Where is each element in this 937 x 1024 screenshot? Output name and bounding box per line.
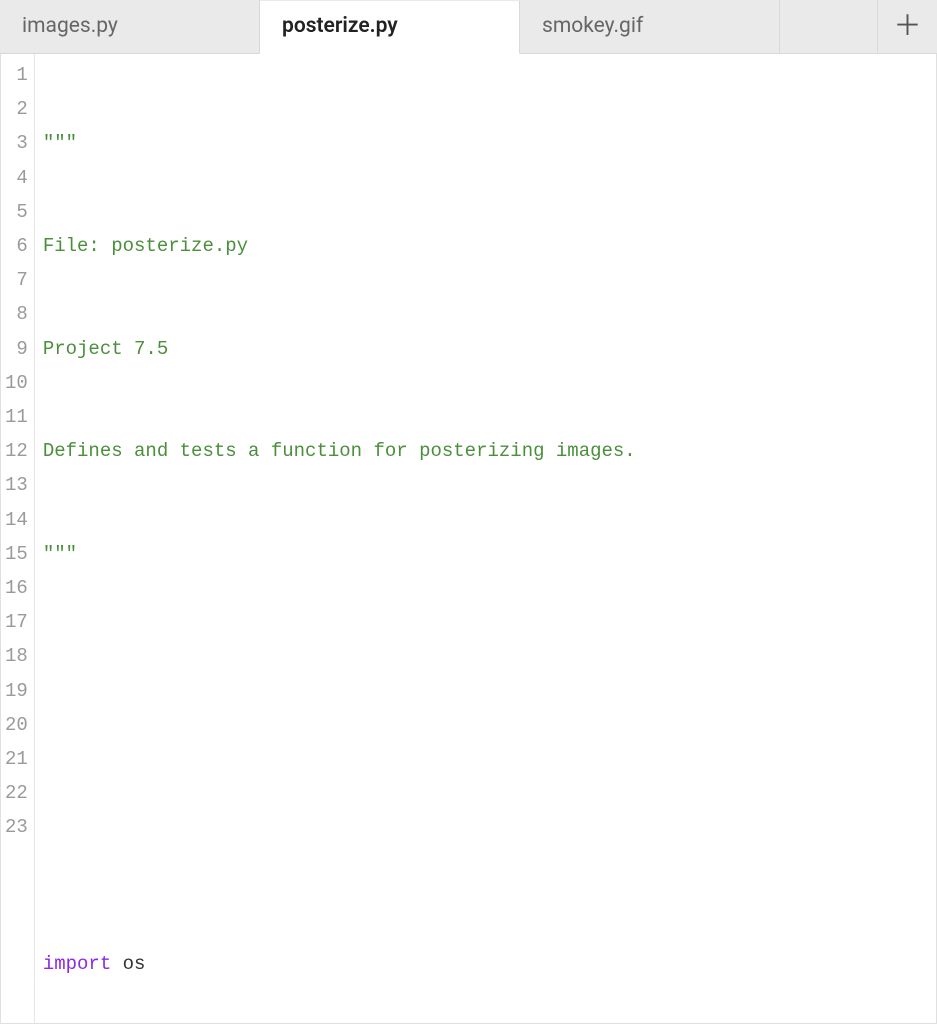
line-number: 16 (5, 571, 28, 605)
line-number: 2 (5, 92, 28, 126)
tab-label: smokey.gif (542, 8, 643, 46)
tab-posterize-py[interactable]: posterize.py (260, 1, 520, 54)
line-number: 4 (5, 161, 28, 195)
line-number: 19 (5, 674, 28, 708)
code-line: File: posterize.py (43, 229, 928, 263)
tab-images-py[interactable]: images.py (0, 0, 260, 53)
add-tab-button[interactable]: ＋ (877, 0, 937, 53)
code-line: """ (43, 537, 928, 571)
line-number: 3 (5, 126, 28, 160)
code-area[interactable]: """ File: posterize.py Project 7.5 Defin… (35, 54, 936, 1023)
line-number: 21 (5, 742, 28, 776)
code-line: Defines and tests a function for posteri… (43, 434, 928, 468)
line-number: 10 (5, 366, 28, 400)
tab-bar: images.py posterize.py smokey.gif ＋ (0, 0, 937, 54)
line-number: 6 (5, 229, 28, 263)
tab-smokey-gif[interactable]: smokey.gif (520, 0, 780, 53)
line-number: 1 (5, 58, 28, 92)
code-line (43, 639, 928, 673)
line-number: 12 (5, 434, 28, 468)
code-line: import os (43, 947, 928, 981)
line-number: 22 (5, 776, 28, 810)
code-editor[interactable]: 1 2 3 4 5 6 7 8 9 10 11 12 13 14 15 16 1… (0, 54, 937, 1024)
code-line: Project 7.5 (43, 332, 928, 366)
tab-label: posterize.py (282, 8, 398, 46)
code-line (43, 844, 928, 878)
plus-icon: ＋ (893, 1, 921, 51)
line-number: 8 (5, 297, 28, 331)
line-number: 13 (5, 468, 28, 502)
line-number: 9 (5, 332, 28, 366)
line-number: 23 (5, 810, 28, 844)
line-number: 7 (5, 263, 28, 297)
line-number: 11 (5, 400, 28, 434)
line-number: 5 (5, 195, 28, 229)
line-number: 17 (5, 605, 28, 639)
line-number-gutter: 1 2 3 4 5 6 7 8 9 10 11 12 13 14 15 16 1… (1, 54, 35, 1023)
line-number: 15 (5, 537, 28, 571)
tab-label: images.py (22, 8, 118, 46)
line-number: 20 (5, 708, 28, 742)
code-line (43, 742, 928, 776)
code-line: """ (43, 126, 928, 160)
line-number: 14 (5, 503, 28, 537)
line-number: 18 (5, 639, 28, 673)
